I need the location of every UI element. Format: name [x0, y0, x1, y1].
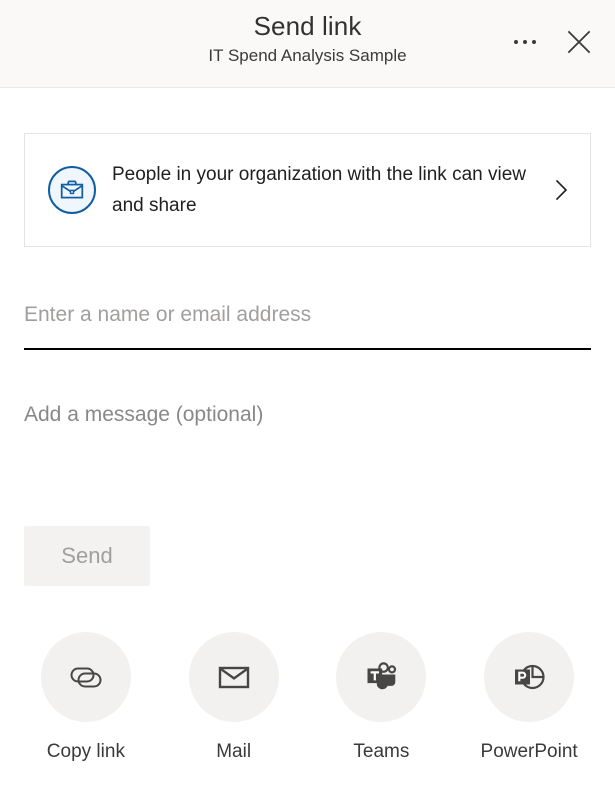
- teams-icon: [336, 632, 427, 722]
- envelope-icon: [188, 632, 279, 722]
- briefcase-icon: [48, 166, 96, 214]
- share-option-label: Teams: [353, 741, 410, 762]
- header-actions: [503, 20, 601, 64]
- share-option-mail[interactable]: Mail: [160, 632, 308, 764]
- dialog-header: Send link IT Spend Analysis Sample: [0, 0, 615, 88]
- share-option-powerpoint[interactable]: PowerPoint: [455, 632, 603, 764]
- close-button[interactable]: [557, 20, 601, 64]
- share-options-row: Copy link Mail Teams PowerPoint: [12, 632, 603, 764]
- link-permission-card[interactable]: People in your organization with the lin…: [24, 133, 591, 247]
- share-option-copy-link[interactable]: Copy link: [12, 632, 160, 764]
- share-option-label: Copy link: [46, 741, 125, 762]
- send-button[interactable]: Send: [24, 526, 150, 586]
- recipients-input[interactable]: [24, 296, 591, 350]
- link-icon: [40, 632, 131, 722]
- message-input[interactable]: [24, 398, 591, 432]
- ellipsis-icon: [514, 40, 536, 44]
- more-options-button[interactable]: [503, 20, 547, 64]
- share-option-teams[interactable]: Teams: [308, 632, 456, 764]
- chevron-right-icon[interactable]: [542, 176, 582, 204]
- powerpoint-icon: [484, 632, 575, 722]
- share-option-label: Mail: [216, 741, 252, 762]
- share-option-label: PowerPoint: [480, 741, 578, 762]
- message-field[interactable]: [24, 398, 591, 432]
- close-icon: [567, 30, 591, 54]
- recipients-field[interactable]: [24, 296, 591, 350]
- link-permission-label: People in your organization with the lin…: [112, 164, 527, 216]
